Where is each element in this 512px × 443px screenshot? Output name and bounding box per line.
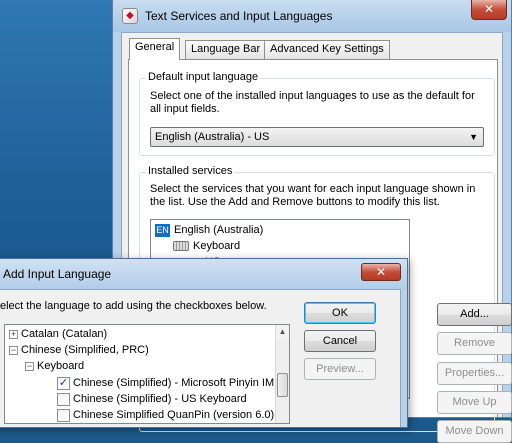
collapse-icon[interactable]: − — [9, 345, 18, 355]
keyboard-icon: ◆ — [122, 8, 138, 24]
checkbox[interactable] — [57, 392, 70, 406]
dialog-titlebar[interactable]: Add Input Language ✕ — [0, 259, 407, 289]
checkbox[interactable] — [57, 408, 70, 422]
dropdown-value: English (Australia) - US — [155, 131, 270, 143]
tree-item-us-keyboard[interactable]: Chinese (Simplified) - US Keyboard — [57, 391, 247, 407]
language-tree[interactable]: + Catalan (Catalan) − Chinese (Simplified,… — [4, 324, 290, 424]
dialog-client: elect the language to add using the chec… — [0, 289, 401, 427]
tree-item-keyboard[interactable]: − Keyboard — [25, 358, 84, 374]
close-button[interactable]: ✕ — [361, 263, 401, 281]
remove-button[interactable]: Remove — [437, 332, 512, 355]
preview-button[interactable]: Preview... — [304, 358, 376, 380]
tree-item-label: Chinese (Simplified) - US Keyboard — [73, 393, 247, 405]
dialog-instruction: elect the language to add using the chec… — [0, 300, 267, 312]
cancel-button[interactable]: Cancel — [304, 330, 376, 352]
add-button[interactable]: Add... — [437, 303, 512, 326]
tab-advanced-key-settings[interactable]: Advanced Key Settings — [264, 40, 390, 59]
tab-language-bar[interactable]: Language Bar — [185, 40, 267, 59]
tree-item-pinyin-ime[interactable]: ✓ Chinese (Simplified) - Microsoft Pinyin… — [57, 375, 281, 391]
window-titlebar[interactable]: ◆ Text Services and Input Languages ✕ — [113, 0, 511, 32]
dialog-title: Add Input Language — [3, 267, 112, 281]
group-description: Select the services that you want for ea… — [150, 183, 476, 208]
tree-item-catalan[interactable]: + Catalan (Catalan) — [9, 326, 107, 342]
group-label: Installed services — [146, 165, 235, 177]
collapse-icon[interactable]: − — [25, 361, 34, 371]
keyboard-icon — [173, 241, 189, 252]
add-input-language-dialog: Add Input Language ✕ elect the language … — [0, 258, 408, 428]
tree-item-english-australia[interactable]: EN English (Australia) — [155, 222, 263, 238]
tab-general[interactable]: General — [129, 38, 181, 60]
tree-item-keyboard[interactable]: Keyboard — [173, 238, 240, 254]
vertical-scrollbar[interactable]: ▲ — [275, 325, 289, 423]
tree-item-label: Keyboard — [37, 360, 85, 372]
group-description: Select one of the installed input langua… — [150, 90, 475, 115]
default-language-dropdown[interactable]: English (Australia) - US ▼ — [150, 127, 484, 147]
properties-button[interactable]: Properties... — [437, 362, 512, 385]
language-badge: EN — [155, 223, 170, 237]
scroll-up-arrow-icon[interactable]: ▲ — [276, 325, 289, 339]
ok-button[interactable]: OK — [304, 302, 376, 324]
expand-icon[interactable]: + — [9, 329, 18, 339]
tree-item-label: Catalan (Catalan) — [21, 328, 108, 340]
window-title: Text Services and Input Languages — [145, 9, 333, 23]
tree-item-label: English (Australia) — [174, 224, 264, 236]
tree-item-chinese-simplified-prc[interactable]: − Chinese (Simplified, PRC) — [9, 342, 149, 358]
tree-item-label: Chinese (Simplified) - Microsoft Pinyin … — [73, 377, 282, 389]
move-down-button[interactable]: Move Down — [437, 420, 512, 443]
close-button[interactable]: ✕ — [471, 0, 507, 20]
checkbox-checked[interactable]: ✓ — [57, 376, 70, 390]
tree-item-label: Chinese Simplified QuanPin (version 6.0) — [73, 409, 275, 421]
move-up-button[interactable]: Move Up — [437, 391, 512, 414]
scroll-thumb[interactable] — [277, 373, 288, 397]
group-label: Default input language — [146, 71, 261, 83]
tree-item-quanpin[interactable]: Chinese Simplified QuanPin (version 6.0) — [57, 407, 274, 423]
chevron-down-icon: ▼ — [469, 132, 478, 142]
default-input-group: Default input language Select one of the… — [139, 71, 495, 156]
tree-item-label: Keyboard — [193, 240, 241, 252]
tree-item-label: Chinese (Simplified, PRC) — [21, 344, 149, 356]
